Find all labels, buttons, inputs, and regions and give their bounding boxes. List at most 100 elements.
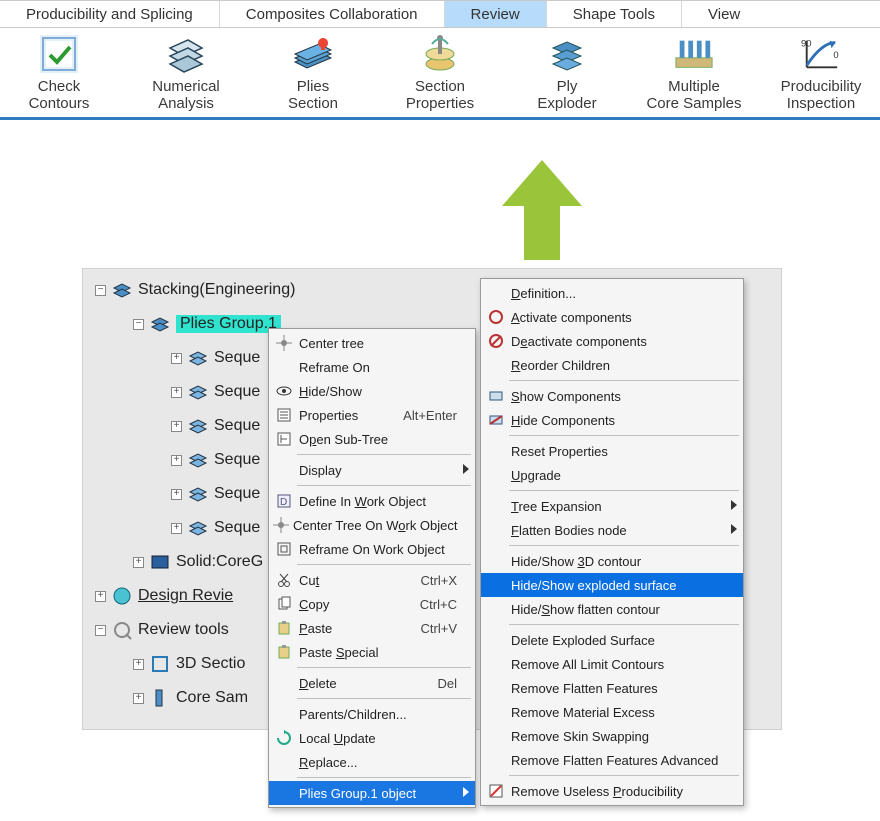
menu-item-label: Properties: [299, 408, 358, 423]
expand-icon[interactable]: +: [95, 591, 106, 602]
menu-item[interactable]: Remove Flatten Features Advanced: [481, 748, 743, 772]
menu-item[interactable]: Remove Flatten Features: [481, 676, 743, 700]
tab-view[interactable]: View: [682, 1, 766, 27]
menu-item[interactable]: Remove Useless Producibility: [481, 779, 743, 803]
menu-item[interactable]: Remove All Limit Contours: [481, 652, 743, 676]
menu-item[interactable]: Definition...: [481, 281, 743, 305]
menu-item-label: Parents/Children...: [299, 707, 407, 722]
collapse-icon[interactable]: −: [95, 625, 106, 636]
menu-item[interactable]: Reorder Children: [481, 353, 743, 377]
menu-item[interactable]: Activate components: [481, 305, 743, 329]
tree-label: Seque: [214, 485, 260, 503]
menu-item[interactable]: Paste Special: [269, 640, 475, 664]
menu-item[interactable]: Display: [269, 458, 475, 482]
menu-item-shortcut: Ctrl+X: [421, 573, 457, 588]
menu-separator: [297, 777, 471, 778]
menu-item[interactable]: Hide/Show flatten contour: [481, 597, 743, 621]
menu-item[interactable]: Remove Skin Swapping: [481, 724, 743, 748]
collapse-icon[interactable]: −: [133, 319, 144, 330]
tree-label: Solid:CoreG: [176, 553, 263, 571]
menu-item[interactable]: Remove Material Excess: [481, 700, 743, 724]
menu-item[interactable]: Tree Expansion: [481, 494, 743, 518]
tab-review[interactable]: Review: [445, 1, 547, 27]
tree-label: Seque: [214, 451, 260, 469]
numerical-analysis-button[interactable]: Numerical Analysis: [131, 34, 241, 113]
menu-item-label: Delete Exploded Surface: [511, 633, 655, 648]
tab-strip: Producibility and Splicing Composites Co…: [0, 0, 880, 28]
menu-item[interactable]: Replace...: [269, 750, 475, 774]
menu-item[interactable]: Center Tree On Work Object: [269, 513, 475, 537]
menu-item[interactable]: Reset Properties: [481, 439, 743, 463]
menu-item[interactable]: Hide/Show 3D contour: [481, 549, 743, 573]
producibility-inspection-button[interactable]: 90 0 Producibility Inspection: [766, 34, 876, 113]
tree-label: Core Sam: [176, 689, 248, 707]
menu-item-label: Hide/Show 3D contour: [511, 554, 641, 569]
expand-icon[interactable]: +: [171, 421, 182, 432]
design-review-icon: [112, 586, 132, 606]
menu-item-icon: [273, 703, 295, 725]
remove-useless-icon: [485, 780, 507, 802]
tab-producibility-splicing[interactable]: Producibility and Splicing: [0, 1, 220, 27]
check-contours-icon: [39, 34, 79, 74]
menu-item[interactable]: Show Components: [481, 384, 743, 408]
ribbon-label: Inspection: [787, 95, 855, 112]
menu-item-label: Reset Properties: [511, 444, 608, 459]
menu-item-label: Hide Components: [511, 413, 615, 428]
define-icon: D: [273, 490, 295, 512]
check-contours-button[interactable]: Check Contours: [4, 34, 114, 113]
menu-item[interactable]: CopyCtrl+C: [269, 592, 475, 616]
expand-icon[interactable]: +: [133, 659, 144, 670]
ply-exploder-button[interactable]: Ply Exploder: [512, 34, 622, 113]
menu-item[interactable]: Plies Group.1 object: [269, 781, 475, 805]
menu-item[interactable]: Hide/Show exploded surface: [481, 573, 743, 597]
menu-item-icon: [485, 519, 507, 541]
menu-item-label: Flatten Bodies node: [511, 523, 627, 538]
menu-item-label: Paste Special: [299, 645, 379, 660]
menu-item-label: Paste: [299, 621, 332, 636]
menu-item[interactable]: Center tree: [269, 331, 475, 355]
expand-icon[interactable]: +: [133, 557, 144, 568]
menu-item[interactable]: Paste Ctrl+V: [269, 616, 475, 640]
menu-item-label: Center Tree On Work Object: [293, 518, 458, 533]
menu-item[interactable]: Hide/Show: [269, 379, 475, 403]
expand-icon[interactable]: +: [171, 489, 182, 500]
menu-item[interactable]: DDefine In Work Object: [269, 489, 475, 513]
multiple-core-samples-icon: [674, 34, 714, 74]
menu-item[interactable]: Local Update: [269, 726, 475, 750]
producibility-inspection-icon: 90 0: [801, 34, 841, 74]
menu-item[interactable]: CutCtrl+X: [269, 568, 475, 592]
sequence-icon: [188, 348, 208, 368]
collapse-icon[interactable]: −: [95, 285, 106, 296]
menu-item[interactable]: DeleteDel: [269, 671, 475, 695]
menu-item[interactable]: Flatten Bodies node: [481, 518, 743, 542]
menu-item[interactable]: Reframe On: [269, 355, 475, 379]
menu-item-label: Hide/Show: [299, 384, 362, 399]
expand-icon[interactable]: +: [171, 387, 182, 398]
expand-icon[interactable]: +: [133, 693, 144, 704]
ribbon-label: Producibility: [781, 78, 862, 95]
menu-item-label: Show Components: [511, 389, 621, 404]
menu-item[interactable]: Reframe On Work Object: [269, 537, 475, 561]
plies-section-button[interactable]: Plies Section: [258, 34, 368, 113]
menu-item[interactable]: Delete Exploded Surface: [481, 628, 743, 652]
menu-item[interactable]: Deactivate components: [481, 329, 743, 353]
expand-icon[interactable]: +: [171, 353, 182, 364]
tab-composites-collaboration[interactable]: Composites Collaboration: [220, 1, 445, 27]
expand-icon[interactable]: +: [171, 455, 182, 466]
center-tree-icon: [273, 514, 289, 536]
multiple-core-samples-button[interactable]: Multiple Core Samples: [639, 34, 749, 113]
menu-item-label: Reframe On Work Object: [299, 542, 445, 557]
menu-separator: [297, 454, 471, 455]
menu-item-label: Reorder Children: [511, 358, 610, 373]
expand-icon[interactable]: +: [171, 523, 182, 534]
section-properties-button[interactable]: Section Properties: [385, 34, 495, 113]
menu-item-shortcut: Ctrl+V: [421, 621, 457, 636]
menu-item-shortcut: Del: [437, 676, 457, 691]
menu-item[interactable]: PropertiesAlt+Enter: [269, 403, 475, 427]
menu-item[interactable]: Hide Components: [481, 408, 743, 432]
menu-item[interactable]: Parents/Children...: [269, 702, 475, 726]
tab-shape-tools[interactable]: Shape Tools: [547, 1, 682, 27]
menu-item-label: Remove Flatten Features Advanced: [511, 753, 718, 768]
menu-item[interactable]: Upgrade: [481, 463, 743, 487]
menu-item[interactable]: Open Sub-Tree: [269, 427, 475, 451]
